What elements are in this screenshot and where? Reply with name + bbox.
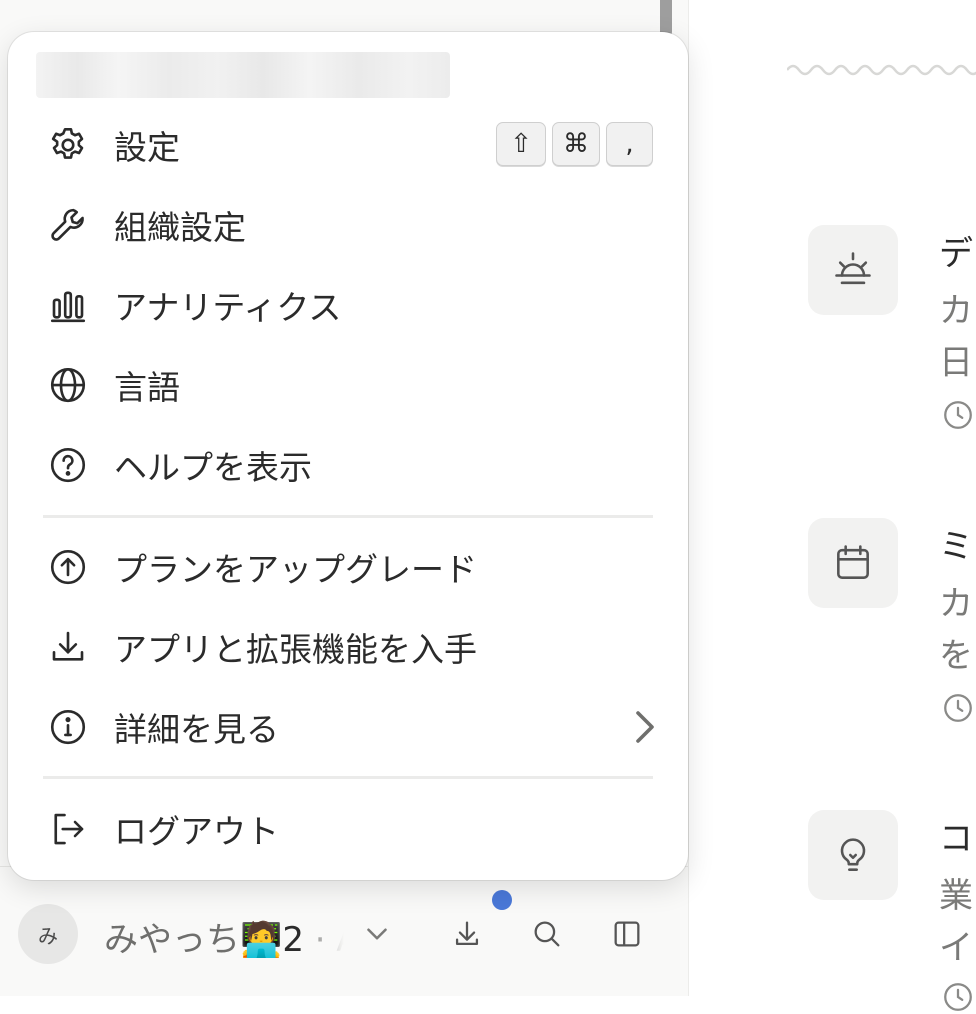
shortcut-cmd-key: ⌘ bbox=[552, 122, 600, 166]
template-card-title[interactable]: ミ bbox=[939, 519, 973, 568]
template-card-icon-1[interactable] bbox=[808, 225, 898, 315]
template-card-desc: カ bbox=[939, 291, 973, 331]
sidebar-toggle-icon[interactable] bbox=[607, 914, 647, 954]
arrow-up-circle-icon bbox=[46, 545, 90, 589]
template-card-title[interactable]: コ bbox=[939, 811, 973, 860]
template-card-icon-2[interactable] bbox=[808, 518, 898, 608]
menu-item-label: アナリティクス bbox=[114, 288, 342, 327]
menu-item-org-settings[interactable]: 組織設定 bbox=[8, 185, 688, 265]
menu-item-label: 組織設定 bbox=[114, 208, 246, 247]
main-content: デ カ 日 ミ カ を コ 業 イ bbox=[689, 0, 976, 1011]
notification-dot bbox=[492, 890, 512, 910]
clock-icon bbox=[944, 983, 972, 1011]
wrench-icon bbox=[46, 203, 90, 247]
workspace-switcher[interactable]: みやっち🧑‍💻2 · A bbox=[104, 912, 344, 961]
menu-divider bbox=[43, 776, 653, 779]
help-circle-icon bbox=[46, 443, 90, 487]
username-label: みやっち🧑‍💻 bbox=[104, 920, 283, 960]
shortcut-shift-key: ⇧ bbox=[496, 122, 546, 166]
menu-item-upgrade-plan[interactable]: プランをアップグレード bbox=[8, 527, 688, 607]
menu-item-label: ヘルプを表示 bbox=[114, 448, 312, 487]
menu-item-label: 言語 bbox=[114, 368, 180, 407]
info-circle-icon bbox=[46, 705, 90, 749]
logout-icon bbox=[46, 807, 90, 851]
menu-item-help[interactable]: ヘルプを表示 bbox=[8, 425, 688, 505]
menu-item-label: プランをアップグレード bbox=[114, 550, 477, 589]
chevron-down-icon[interactable] bbox=[357, 914, 397, 954]
clock-icon bbox=[944, 694, 972, 722]
lightbulb-icon bbox=[840, 838, 866, 871]
template-card-desc: イ bbox=[939, 928, 973, 968]
username-number: 2 bbox=[282, 920, 304, 960]
username-suffix: · A bbox=[314, 920, 344, 960]
menu-item-label: ログアウト bbox=[114, 812, 279, 851]
template-card-desc: カ bbox=[939, 584, 973, 624]
avatar-initial: み bbox=[38, 923, 58, 948]
template-card-desc: 日 bbox=[939, 343, 973, 383]
menu-item-label: 設定 bbox=[114, 128, 180, 167]
bar-chart-icon bbox=[46, 283, 90, 327]
menu-divider bbox=[43, 515, 653, 518]
menu-item-analytics[interactable]: アナリティクス bbox=[8, 265, 688, 345]
menu-item-logout[interactable]: ログアウト bbox=[8, 789, 688, 869]
menu-item-learn-more[interactable]: 詳細を見る bbox=[8, 687, 688, 767]
sidebar-scrollbar[interactable] bbox=[660, 0, 672, 36]
menu-item-label: アプリと拡張機能を入手 bbox=[114, 630, 477, 669]
globe-icon bbox=[46, 363, 90, 407]
template-card-desc: 業 bbox=[939, 876, 973, 916]
gear-icon bbox=[46, 123, 90, 167]
template-card-icon-3[interactable] bbox=[808, 810, 898, 900]
account-email-redacted bbox=[36, 52, 450, 98]
wave-divider-icon bbox=[787, 64, 976, 76]
chevron-right-icon bbox=[636, 711, 654, 743]
download-icon bbox=[46, 625, 90, 669]
sidebar-bottom-bar: み みやっち🧑‍💻2 · A bbox=[0, 868, 688, 996]
account-menu: 設定 ⇧ ⌘ , 組織設定 アナリティクス 言語 ヘルプを表示 プランをアップグ… bbox=[8, 32, 688, 880]
template-card-desc: を bbox=[939, 636, 973, 676]
menu-item-get-apps[interactable]: アプリと拡張機能を入手 bbox=[8, 607, 688, 687]
menu-item-language[interactable]: 言語 bbox=[8, 345, 688, 425]
search-icon[interactable] bbox=[527, 914, 567, 954]
shortcut-comma-key: , bbox=[606, 122, 653, 166]
calendar-icon bbox=[837, 545, 869, 579]
menu-item-label: 詳細を見る bbox=[114, 710, 279, 749]
template-card-title[interactable]: デ bbox=[939, 226, 973, 275]
download-icon[interactable] bbox=[447, 914, 487, 954]
avatar[interactable]: み bbox=[18, 904, 78, 964]
clock-icon bbox=[944, 401, 972, 429]
sunrise-icon bbox=[835, 252, 871, 285]
